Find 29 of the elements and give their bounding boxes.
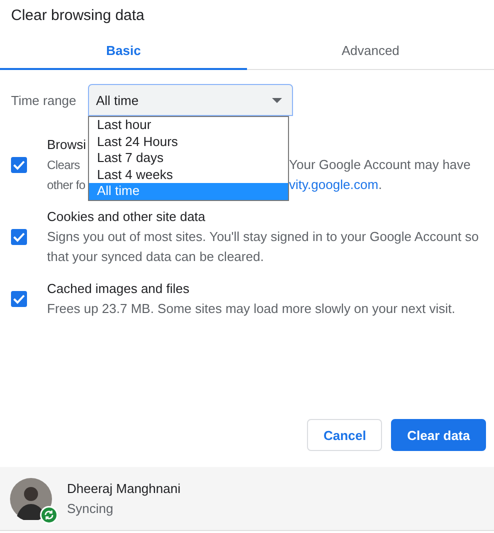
- option-description: other fo: [47, 177, 86, 194]
- checkbox[interactable]: [10, 157, 26, 173]
- checkbox[interactable]: [10, 291, 26, 307]
- dropdown-option[interactable]: Last 4 weeks: [89, 166, 288, 183]
- link[interactable]: vity.google.com: [289, 177, 378, 192]
- option-title: Browsi: [47, 136, 86, 154]
- caret-icon: [272, 98, 282, 102]
- time-range-label: Time range: [11, 92, 78, 108]
- option-description: vity.google.com.: [289, 176, 383, 194]
- checkbox[interactable]: [10, 229, 26, 245]
- account-name: Dheeraj Manghnani: [67, 480, 180, 498]
- avatar: [10, 478, 52, 520]
- dropdown-option[interactable]: Last hour: [89, 117, 288, 134]
- tab[interactable]: Basic: [0, 35, 247, 70]
- dropdown-option[interactable]: Last 7 days: [89, 150, 288, 166]
- clear-data-button[interactable]: Clear data: [391, 419, 486, 451]
- option-description: Frees up 23.7 MB. Some sites may load more slowly on your next visit.: [47, 300, 456, 318]
- option-title: Cached images and files: [47, 280, 190, 298]
- time-range-dropdown[interactable]: All time: [88, 84, 293, 116]
- dropdown-option[interactable]: Last 24 Hours: [89, 134, 288, 150]
- dialog-title: Clear browsing data: [10, 6, 146, 26]
- dropdown-option[interactable]: All time: [89, 183, 288, 200]
- option-description: Your Google Account may have: [289, 156, 472, 174]
- sync-status: Syncing: [67, 500, 114, 518]
- option-description: Clears: [47, 157, 80, 174]
- option-title: Cookies and other site data: [47, 208, 206, 226]
- cancel-button[interactable]: Cancel: [307, 419, 382, 451]
- option-description: Signs you out of most sites. You'll stay signed in to your Google Account so that your synced data can be cleared.: [47, 228, 480, 266]
- tab[interactable]: Advanced: [247, 35, 494, 70]
